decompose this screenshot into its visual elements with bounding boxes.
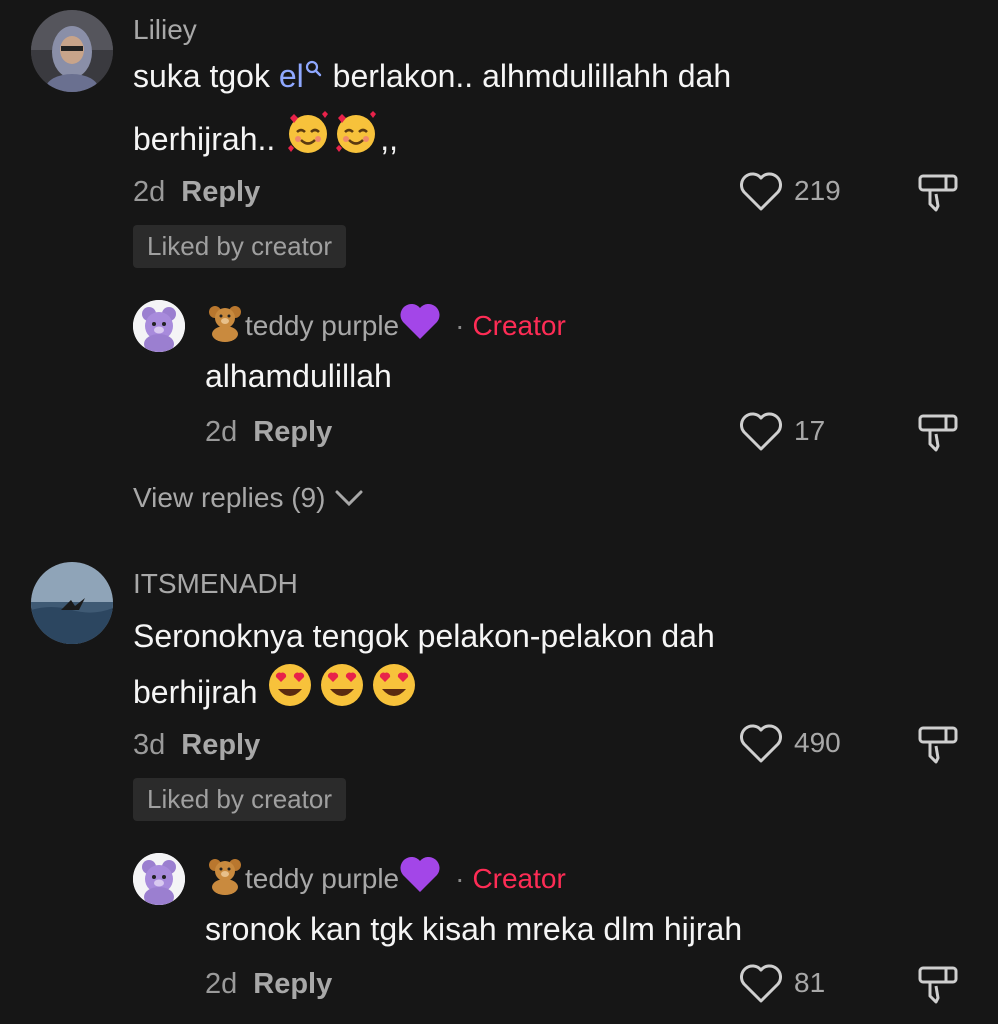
smiling-face-with-hearts-icon bbox=[284, 108, 332, 175]
teddy-bear-icon bbox=[205, 302, 245, 349]
timestamp: 2d bbox=[205, 968, 238, 1000]
creator-tag: Creator bbox=[472, 309, 566, 341]
thumbs-down-icon[interactable] bbox=[916, 170, 960, 214]
timestamp: 3d bbox=[133, 729, 166, 761]
reply-author-row: teddy purple · Creator bbox=[205, 302, 566, 349]
view-replies-label: View replies (9) bbox=[133, 482, 326, 513]
mention-link[interactable]: el bbox=[279, 58, 304, 94]
like-button[interactable]: 219 bbox=[738, 170, 841, 212]
thumbs-down-icon[interactable] bbox=[916, 410, 960, 454]
reply-username[interactable]: teddy purple bbox=[245, 863, 399, 895]
thumbs-down-icon[interactable] bbox=[916, 722, 960, 766]
heart-eyes-icon bbox=[266, 661, 314, 728]
like-count: 17 bbox=[794, 415, 826, 446]
avatar[interactable] bbox=[31, 562, 113, 644]
chevron-down-icon bbox=[335, 490, 363, 507]
separator-dot: · bbox=[455, 309, 465, 341]
comment-text-part: berlakon.. alhmdulillahh dah bbox=[323, 58, 732, 94]
separator-dot: · bbox=[455, 862, 465, 894]
avatar[interactable] bbox=[133, 853, 185, 905]
reply-text: sronok kan tgk kisah mreka dlm hijrah bbox=[205, 911, 743, 947]
like-count: 219 bbox=[794, 175, 841, 206]
comment-text-part: berhijrah.. bbox=[133, 120, 285, 157]
heart-eyes-icon bbox=[318, 661, 366, 728]
comment-text: Seronoknya tengok pelakon-pelakon dah bbox=[133, 618, 715, 654]
comment-text-part: suka tgok bbox=[133, 58, 279, 94]
teddy-bear-icon bbox=[205, 855, 245, 902]
thumbs-down-icon[interactable] bbox=[916, 962, 960, 1006]
heart-eyes-icon bbox=[370, 661, 418, 728]
liked-by-creator-badge: Liked by creator bbox=[133, 225, 346, 268]
purple-heart-icon bbox=[399, 856, 441, 901]
dislike-button[interactable] bbox=[916, 722, 960, 771]
comment-meta: 3d Reply bbox=[133, 729, 260, 762]
reply-meta: 2d Reply bbox=[205, 968, 332, 1001]
timestamp: 2d bbox=[133, 176, 166, 208]
comment-text-part: ,, bbox=[380, 120, 398, 157]
avatar[interactable] bbox=[31, 10, 113, 92]
heart-icon[interactable] bbox=[738, 962, 784, 1004]
reply-author-row: teddy purple · Creator bbox=[205, 855, 566, 902]
purple-heart-icon bbox=[399, 303, 441, 348]
avatar[interactable] bbox=[133, 300, 185, 352]
comment-meta: 2d Reply bbox=[133, 176, 260, 209]
like-button[interactable]: 17 bbox=[738, 410, 825, 452]
reply-username[interactable]: teddy purple bbox=[245, 310, 399, 342]
comment-text-line2: berhijrah bbox=[133, 661, 418, 728]
heart-icon[interactable] bbox=[738, 410, 784, 452]
heart-icon[interactable] bbox=[738, 722, 784, 764]
reply-button[interactable]: Reply bbox=[181, 176, 260, 208]
creator-tag: Creator bbox=[472, 862, 566, 894]
like-button[interactable]: 490 bbox=[738, 722, 841, 764]
smiling-face-with-hearts-icon bbox=[332, 108, 380, 175]
timestamp: 2d bbox=[205, 416, 238, 448]
comment-username[interactable]: ITSMENADH bbox=[133, 568, 298, 600]
comment-text-line2: berhijrah.. ,, bbox=[133, 108, 398, 175]
comment-username[interactable]: Liliey bbox=[133, 14, 197, 46]
like-count: 490 bbox=[794, 727, 841, 758]
dislike-button[interactable] bbox=[916, 410, 960, 459]
liked-by-creator-badge: Liked by creator bbox=[133, 778, 346, 821]
dislike-button[interactable] bbox=[916, 170, 960, 219]
reply-button[interactable]: Reply bbox=[181, 729, 260, 761]
reply-meta: 2d Reply bbox=[205, 416, 332, 449]
reply-button[interactable]: Reply bbox=[253, 416, 332, 448]
reply-text: alhamdulillah bbox=[205, 358, 392, 394]
reply-button[interactable]: Reply bbox=[253, 968, 332, 1000]
search-icon[interactable] bbox=[304, 60, 324, 82]
like-count: 81 bbox=[794, 967, 826, 998]
view-replies-button[interactable]: View replies (9) bbox=[133, 482, 365, 514]
comment-text-part: berhijrah bbox=[133, 673, 267, 710]
dislike-button[interactable] bbox=[916, 962, 960, 1011]
like-button[interactable]: 81 bbox=[738, 962, 825, 1004]
heart-icon[interactable] bbox=[738, 170, 784, 212]
comment-text: suka tgok el berlakon.. alhmdulillahh da… bbox=[133, 46, 731, 106]
